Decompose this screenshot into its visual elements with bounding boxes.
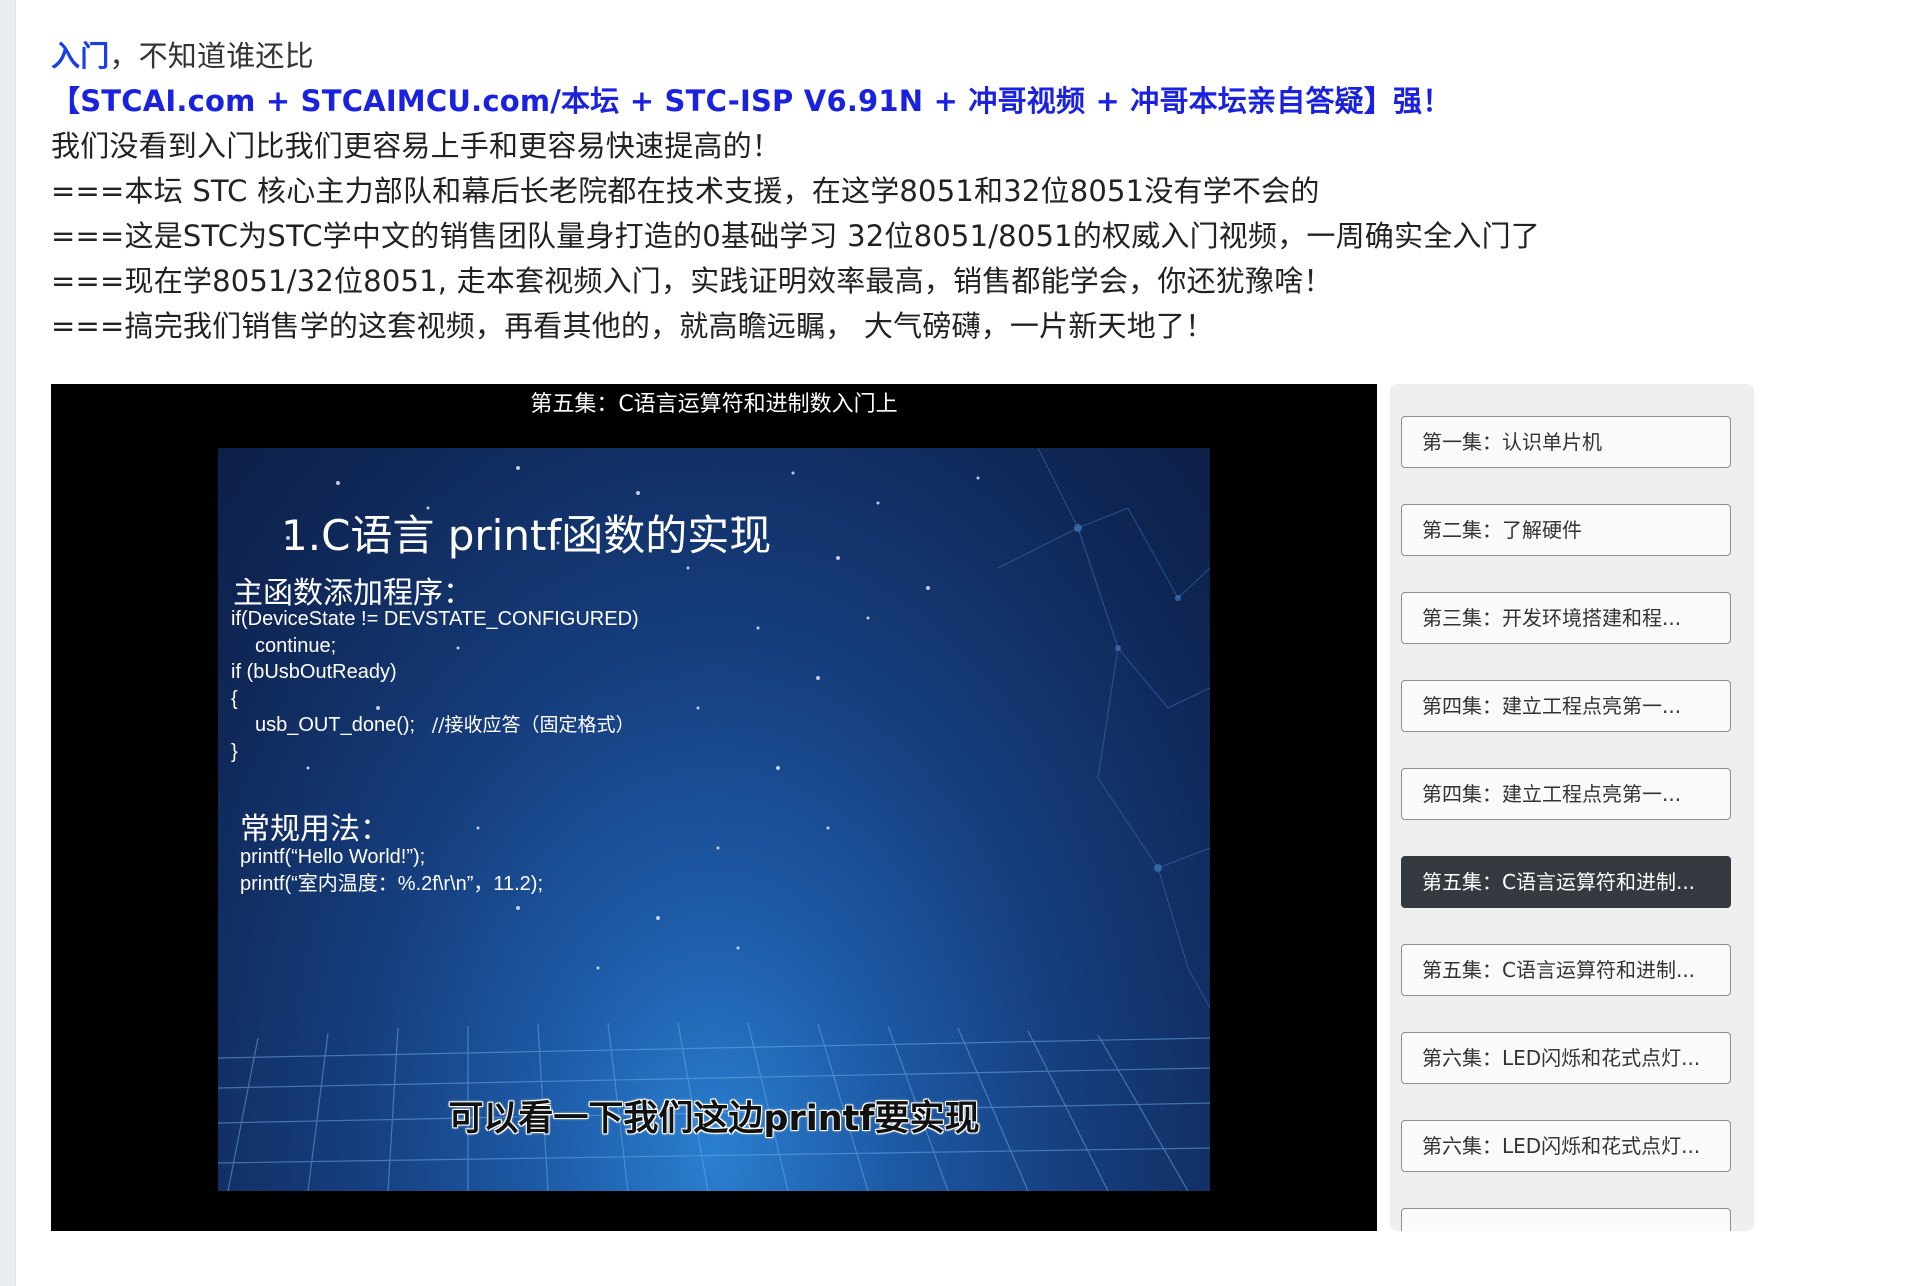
code1-line-5: usb_OUT_done(); [255,714,416,736]
playlist-item-ep4b[interactable]: 第四集：建立工程点亮第一... [1401,768,1731,820]
playlist-item-partial[interactable] [1401,1208,1731,1231]
code1-comment: //接收应答（固定格式） [431,714,635,736]
intro-line-1: 入门，不知道谁还比 [51,34,1751,79]
playlist-item-ep6b[interactable]: 第六集：LED闪烁和花式点灯... [1401,1120,1731,1172]
episode-playlist[interactable]: 第一集：认识单片机 第二集：了解硬件 第三集：开发环境搭建和程... 第四集：建… [1390,384,1754,1231]
intro-keyword-link[interactable]: 入门 [51,39,109,73]
code2-line-1: printf(“Hello World!”); [240,846,426,868]
intro-text: 入门，不知道谁还比 【STCAI.com + STCAIMCU.com/本坛 +… [51,34,1751,349]
video-player[interactable]: 第五集：C语言运算符和进制数入门上 1.C语言 printf函数的实现 主函数添… [51,384,1377,1231]
page-left-gutter [0,0,16,1286]
playlist-item-ep5b[interactable]: 第五集：C语言运算符和进制... [1401,944,1731,996]
playlist-item-ep6a[interactable]: 第六集：LED闪烁和花式点灯... [1401,1032,1731,1084]
slide-code-block-2: printf(“Hello World!”); printf(“室内温度：%.2f… [240,844,543,897]
intro-line-7: ===搞完我们销售学的这套视频，再看其他的，就高瞻远瞩， 大气磅礴，一片新天地了… [51,309,1215,343]
intro-line-3: 我们没看到入门比我们更容易上手和更容易快速提高的！ [51,129,782,163]
code1-line-4: { [231,687,238,710]
playlist-item-ep3[interactable]: 第三集：开发环境搭建和程... [1401,592,1731,644]
intro-line-5: ===这是STC为STC学中文的销售团队量身打造的0基础学习 32位8051/8… [51,219,1540,253]
playlist-item-ep1[interactable]: 第一集：认识单片机 [1401,416,1731,468]
code1-line-2: continue; [255,634,337,657]
video-subtitle: 可以看一下我们这边printf要实现 [448,1099,980,1139]
video-frame[interactable]: 1.C语言 printf函数的实现 主函数添加程序： if(DeviceStat… [218,448,1210,1191]
playlist-item-ep4a[interactable]: 第四集：建立工程点亮第一... [1401,680,1731,732]
slide-code-block-1: if(DeviceState != DEVSTATE_CONFIGURED)co… [231,606,639,765]
intro-line-6: ===现在学8051/32位8051, 走本套视频入门，实践证明效率最高，销售都… [51,264,1333,298]
intro-line-2: 【STCAI.com + STCAIMCU.com/本坛 + STC-ISP V… [51,84,1452,118]
playlist-item-ep5a-active[interactable]: 第五集：C语言运算符和进制... [1401,856,1731,908]
code1-line-3: if (bUsbOutReady) [231,661,397,683]
intro-line-4: ===本坛 STC 核心主力部队和幕后长老院都在技术支援，在这学8051和32位… [51,174,1320,208]
slide-heading: 1.C语言 printf函数的实现 [281,511,772,560]
code1-line-6: } [231,740,238,763]
code2-line-2: printf(“室内温度：%.2f\r\n”，11.2); [240,872,544,895]
intro-line-1-text: ，不知道谁还比 [109,39,314,73]
slide-section2-label: 常规用法： [240,812,390,847]
code1-line-1: if(DeviceState != DEVSTATE_CONFIGURED) [231,608,639,630]
video-title: 第五集：C语言运算符和进制数入门上 [530,392,898,417]
playlist-item-ep2[interactable]: 第二集：了解硬件 [1401,504,1731,556]
